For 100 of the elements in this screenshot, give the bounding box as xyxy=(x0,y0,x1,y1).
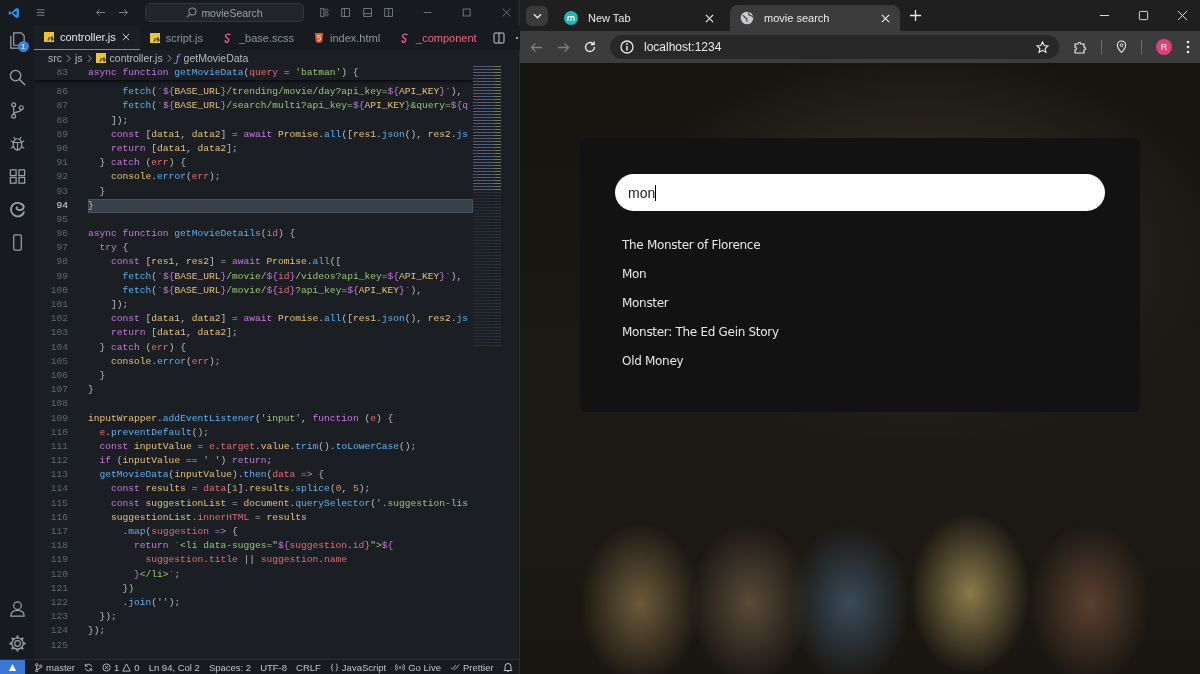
breadcrumb-item[interactable]: src xyxy=(48,52,62,64)
suggestion-item[interactable]: Old Money xyxy=(622,353,684,370)
search-icon[interactable] xyxy=(7,68,27,87)
sync-icon[interactable] xyxy=(84,662,94,672)
line-number: 111 xyxy=(49,439,69,454)
broadcast-icon xyxy=(395,662,406,672)
file-tab[interactable]: _base.scss xyxy=(212,25,304,50)
go-live-button[interactable]: Go Live xyxy=(395,661,441,673)
breadcrumb-item[interactable]: js xyxy=(75,52,83,64)
browser-swirl-icon[interactable] xyxy=(7,200,27,219)
tab-search-button[interactable] xyxy=(526,5,548,26)
line-number: 120 xyxy=(49,567,69,582)
suggestion-item[interactable]: Mon xyxy=(622,266,647,283)
location-pin-icon[interactable] xyxy=(1116,40,1127,54)
profile-avatar[interactable]: R xyxy=(1156,39,1172,55)
line-number: 94 xyxy=(55,198,69,213)
line-number: 116 xyxy=(49,510,69,525)
browser-tab[interactable]: New Tab xyxy=(554,5,724,31)
globe-icon xyxy=(740,11,754,25)
prettier-indicator[interactable]: Prettier xyxy=(449,661,494,673)
warning-icon xyxy=(122,662,132,672)
line-number: 124 xyxy=(49,624,69,639)
line-number: 97 xyxy=(55,241,69,256)
settings-icon[interactable] xyxy=(7,634,27,653)
reload-icon[interactable] xyxy=(584,41,596,53)
extensions-icon[interactable] xyxy=(7,167,27,186)
file-tab[interactable]: controller.js xyxy=(34,25,140,50)
line-number: 104 xyxy=(49,340,69,355)
extensions-puzzle-icon[interactable] xyxy=(1073,40,1087,54)
breadcrumb-item[interactable]: controller.js xyxy=(109,52,163,64)
forward-arrow-icon[interactable] xyxy=(118,7,130,18)
star-icon[interactable] xyxy=(1036,40,1049,54)
line-number: 88 xyxy=(55,113,69,128)
code-line: const inputValue = e.target.value.trim().toLowerCase(); xyxy=(98,439,418,454)
line-number: 92 xyxy=(55,170,69,185)
more-vertical-icon[interactable] xyxy=(1186,40,1190,54)
search-icon xyxy=(186,7,198,18)
back-arrow-icon[interactable] xyxy=(95,7,107,18)
branch-indicator[interactable]: master xyxy=(34,661,76,673)
command-center-search[interactable]: movieSearch xyxy=(145,3,304,22)
remote-indicator[interactable] xyxy=(0,660,25,674)
file-tab[interactable]: script.js xyxy=(139,25,213,50)
suggestion-item[interactable]: Monster xyxy=(622,295,669,312)
status-item[interactable]: CRLF xyxy=(296,661,321,673)
account-icon[interactable] xyxy=(7,599,27,618)
info-icon[interactable] xyxy=(620,40,634,54)
breadcrumb-item[interactable]: getMovieData xyxy=(183,52,249,64)
code-line: fetch(`${BASE_URL}/movie/${id}?api_key=${API_KEY}`), xyxy=(121,283,424,298)
toggle-sidebar-icon[interactable] xyxy=(341,7,351,18)
line-number: 110 xyxy=(49,425,69,440)
line-number: 96 xyxy=(55,227,69,242)
code-line: fetch(`${BASE_URL}/trending/movie/day?api_key=${API_KEY}`), xyxy=(121,85,464,100)
line-number: 115 xyxy=(49,496,69,511)
site-favicon-icon xyxy=(564,11,578,25)
search-input-field[interactable]: mon xyxy=(615,174,1105,211)
code-line: return `<li data-sugges="${suggestion.id}">${ xyxy=(133,539,395,554)
toggle-panel-icon[interactable] xyxy=(362,7,372,18)
status-item[interactable]: Ln 94, Col 2 xyxy=(148,661,200,673)
browser-tab[interactable]: movie search xyxy=(730,5,900,31)
file-tab[interactable]: index.html xyxy=(303,25,391,50)
code-line: suggestionList.innerHTML = results xyxy=(110,510,308,525)
menu-icon[interactable] xyxy=(35,7,46,18)
vscode-logo-icon[interactable] xyxy=(8,5,20,20)
problems-indicator[interactable]: 1 0 xyxy=(102,661,140,673)
javascript-file-icon xyxy=(44,32,54,42)
file-tab[interactable]: _component xyxy=(390,25,487,50)
line-number: 100 xyxy=(49,283,69,298)
line-number: 109 xyxy=(49,411,69,426)
suggestion-item[interactable]: Monster: The Ed Gein Story xyxy=(622,324,779,341)
toggle-secondary-sidebar-icon[interactable] xyxy=(383,7,394,18)
address-bar[interactable]: localhost:1234 xyxy=(610,35,1059,59)
code-line: const results = data[1].results.splice(0, 5); xyxy=(110,482,372,497)
code-line: }) xyxy=(121,581,136,596)
line-number: 107 xyxy=(49,383,69,398)
line-number: 113 xyxy=(49,468,69,483)
layout-icon[interactable] xyxy=(320,7,330,18)
language-mode[interactable]: JavaScript xyxy=(329,661,387,673)
line-number: 122 xyxy=(49,595,69,610)
line-number: 112 xyxy=(49,454,69,469)
sass-file-icon xyxy=(400,32,411,43)
status-item[interactable]: UTF-8 xyxy=(260,661,288,673)
code-line: const suggestionList = document.querySelector('.suggestion-lis xyxy=(110,496,470,511)
code-line: .join(''); xyxy=(121,595,182,610)
status-item[interactable]: Spaces: 2 xyxy=(208,661,252,673)
suggestion-item[interactable]: The Monster of Florence xyxy=(622,237,761,254)
code-line: console.error(err); xyxy=(110,170,222,185)
javascript-file-icon xyxy=(149,32,160,43)
files-icon[interactable] xyxy=(7,31,27,50)
close-icon[interactable] xyxy=(121,33,130,41)
forward-arrow-icon[interactable] xyxy=(557,41,570,53)
line-number: 105 xyxy=(49,354,69,369)
code-line: ]); xyxy=(110,113,130,128)
line-number: 114 xyxy=(49,482,69,497)
back-arrow-icon[interactable] xyxy=(530,41,543,53)
bell-icon[interactable] xyxy=(503,662,513,672)
new-tab-icon[interactable] xyxy=(910,10,921,21)
split-editor-icon[interactable] xyxy=(492,31,505,44)
line-number: 86 xyxy=(55,85,69,100)
line-number: 125 xyxy=(49,638,69,653)
line-number: 123 xyxy=(49,610,69,625)
